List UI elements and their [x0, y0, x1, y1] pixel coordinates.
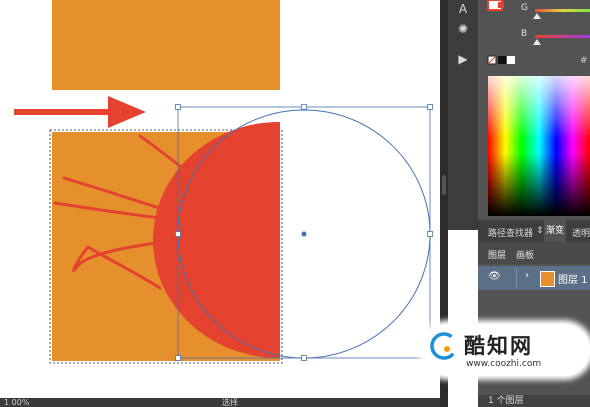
orange-rectangle-top[interactable] — [52, 0, 280, 90]
color-spectrum[interactable] — [488, 76, 590, 216]
status-mode-label: 选择 — [222, 398, 238, 407]
panel-toolstrip: A ✺ ▶ — [448, 0, 478, 230]
layers-tabbar: 图层 画板 — [478, 242, 590, 264]
black-swatch[interactable] — [498, 56, 506, 64]
channel-g-label: G — [521, 3, 528, 13]
stroke-swatch[interactable] — [498, 2, 504, 8]
center-point — [301, 231, 307, 237]
artboard-canvas[interactable] — [0, 0, 440, 407]
layer-count: 1 个图层 — [488, 396, 524, 406]
gear-icon[interactable]: ✺ — [454, 20, 472, 38]
layer-name[interactable]: 图层 1 — [558, 271, 588, 286]
play-icon[interactable]: ▶ — [454, 50, 472, 68]
tab-layers[interactable]: 图层 — [488, 248, 506, 261]
divider-grip[interactable] — [442, 175, 446, 195]
watermark: 酷知网 www.coozhi.com — [416, 318, 590, 378]
tab-pathfinder[interactable]: 路径查找器 — [488, 226, 533, 239]
layer-thumbnail — [540, 271, 555, 287]
channel-b-thumb[interactable] — [533, 39, 541, 45]
channel-g-thumb[interactable] — [533, 13, 541, 19]
layer-row[interactable]: 👁 › 图层 1 — [478, 266, 590, 290]
site-logo-icon — [430, 332, 458, 360]
channel-b-label: B — [521, 29, 528, 39]
layer-row-separator — [516, 268, 517, 288]
channel-b-slider[interactable] — [535, 35, 590, 38]
type-icon[interactable]: A — [454, 0, 472, 18]
tab-gradient[interactable]: 渐变 — [544, 220, 567, 242]
zoom-readout[interactable]: 1 00% — [4, 398, 29, 407]
tab-artboards[interactable]: 画板 — [516, 248, 534, 261]
hex-label: # — [580, 56, 588, 66]
panel-tabbar: 路径查找器 ⇕ 渐变 透明 — [478, 220, 590, 242]
white-swatch[interactable] — [507, 56, 515, 64]
status-bar: 1 00% 选择 — [0, 398, 440, 407]
watermark-site-name: 酷知网 — [464, 334, 533, 358]
eye-icon[interactable]: 👁 — [488, 271, 501, 282]
canvas-artwork — [14, 0, 433, 364]
tab-dropdown-icon[interactable]: ⇕ — [536, 226, 544, 236]
watermark-site-url: www.coozhi.com — [466, 359, 542, 369]
chevron-right-icon[interactable]: › — [525, 270, 529, 281]
tab-transparency[interactable]: 透明 — [572, 226, 590, 239]
channel-g-slider[interactable] — [535, 9, 590, 12]
arrow-right-icon — [14, 96, 146, 128]
layers-footer: 1 个图层 — [478, 395, 590, 407]
